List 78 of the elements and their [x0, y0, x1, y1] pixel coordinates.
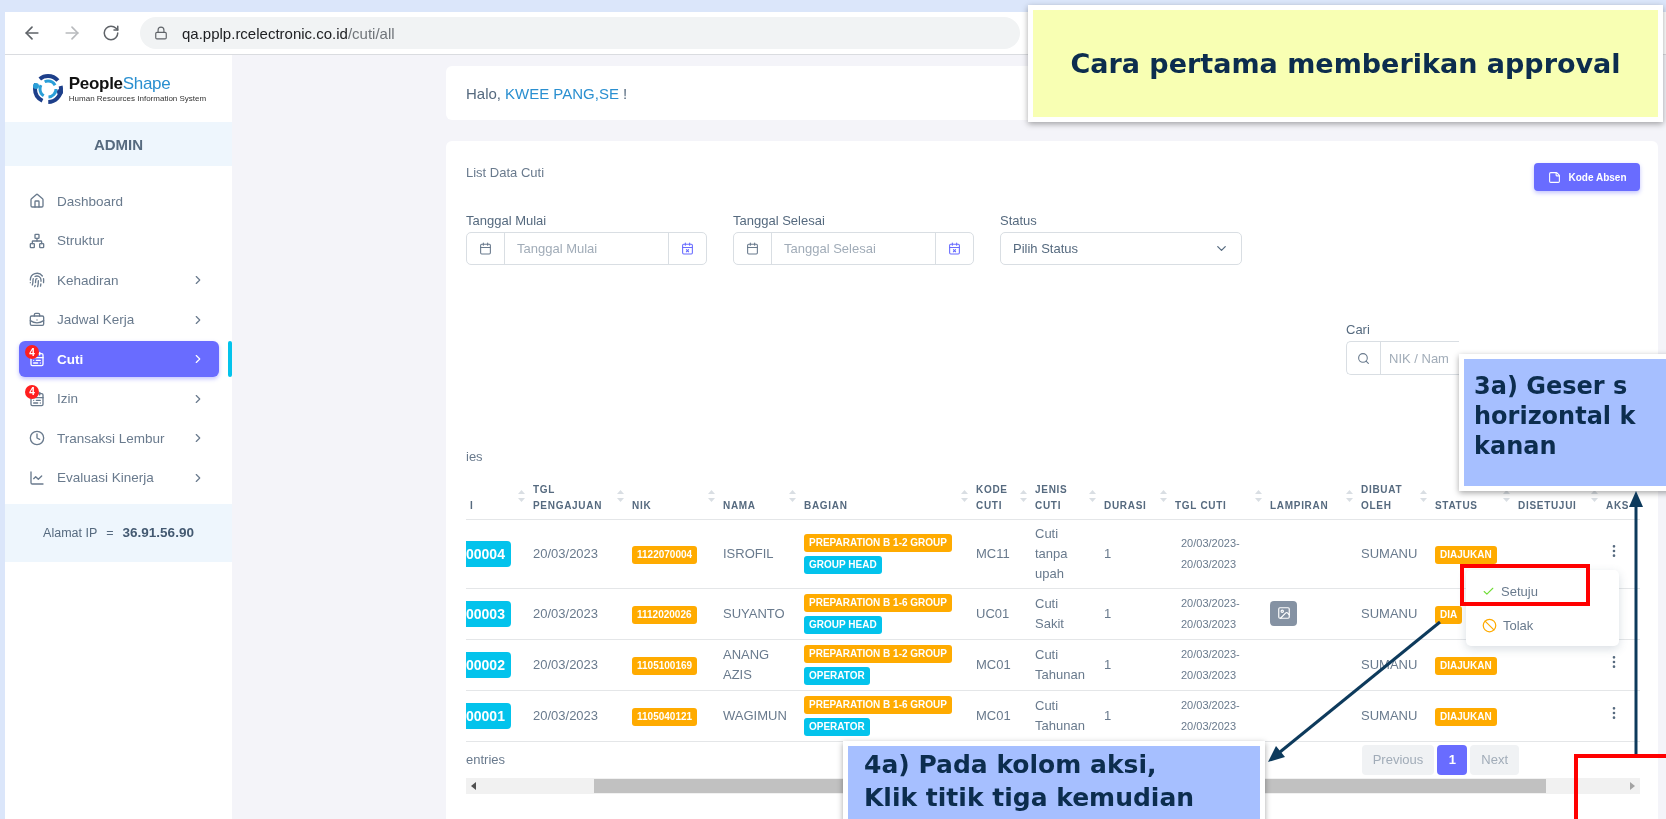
position-badge: OPERATOR	[804, 717, 870, 736]
table-cell-text: Cuti tanpa upah	[1035, 524, 1069, 583]
column-header: TGL PENGAJUAN	[533, 482, 604, 513]
field-label: Tanggal Selesai	[733, 214, 826, 228]
logo-text: PeopleShape	[68, 74, 172, 94]
table-cell-text: Cuti Tahunan	[1035, 696, 1086, 735]
table-cell: MC01	[976, 707, 1011, 723]
column-header: TGL CUTI	[1175, 498, 1227, 513]
ip-separator: =	[106, 525, 114, 540]
table-cell-text: 20/03/2023-20/03/2023	[1180, 697, 1241, 734]
column-header: BAGIAN	[804, 498, 848, 513]
status-badge: DIA	[1435, 605, 1463, 624]
status-badge: DIAJUKAN	[1435, 656, 1497, 675]
column-header: DIBUAT OLEH	[1361, 482, 1404, 513]
column-header: NIK	[632, 498, 652, 513]
field-label: Status	[1000, 214, 1038, 228]
table-cell: MC11	[976, 545, 1010, 561]
table-cell-text: Cuti Tahunan	[1035, 645, 1086, 684]
table-cell: 20/03/2023	[533, 605, 599, 621]
info-text: entries	[466, 752, 506, 767]
table-cell: SUMANU	[1361, 707, 1418, 723]
table-cell-text: SUYANTO	[723, 604, 785, 623]
nik-badge: 1105040121	[632, 707, 698, 726]
table-cell-text: ISROFIL	[723, 544, 774, 563]
field-label: Cari	[1346, 323, 1371, 337]
table-cell-text: Cuti Sakit	[1035, 594, 1065, 633]
position-badge: OPERATOR	[804, 666, 870, 685]
department-badge: PREPARATION B 1-2 GROUP	[804, 533, 952, 552]
table-cell: 20/03/2023	[533, 656, 599, 672]
position-badge: GROUP HEAD	[804, 555, 882, 574]
table-cell: MC01	[976, 656, 1011, 672]
column-header: DURASI	[1104, 498, 1147, 513]
table-cell-text: 20/03/2023-20/03/2023	[1180, 646, 1241, 683]
logo-tagline: Human Resources Information System	[68, 94, 207, 103]
nik-badge: 1112020026	[632, 605, 697, 624]
table-cell: SUMANU	[1361, 605, 1418, 621]
table-cell-text: WAGIMUN	[723, 706, 787, 725]
status-badge: DIAJUKAN	[1435, 707, 1497, 726]
table-cell: 1	[1104, 605, 1112, 621]
card-title: List Data Cuti	[466, 164, 545, 180]
status-badge: DIAJUKAN	[1435, 545, 1497, 564]
table-cell: UC01	[976, 605, 1010, 621]
position-badge: GROUP HEAD	[804, 615, 882, 634]
nik-badge: 1122070004	[632, 545, 698, 564]
column-header: KODE CUTI	[976, 482, 1009, 513]
field-label: Tanggal Mulai	[466, 214, 548, 228]
table-cell-text: 20/03/2023-20/03/2023	[1180, 535, 1241, 572]
role-label: ADMIN	[5, 122, 232, 166]
annotation-title: Cara pertama memberikan approval	[1028, 5, 1663, 122]
count-badge: 4	[25, 384, 39, 399]
url-text: qa.pplp.rcelectronic.co.id/cuti/all	[182, 24, 395, 42]
table-cell: SUMANU	[1361, 545, 1418, 561]
column-header: DISETUJUI	[1518, 498, 1577, 513]
ip-value: 36.91.56.90	[122, 525, 194, 540]
table-cell-text: 20/03/2023-20/03/2023	[1180, 595, 1241, 632]
department-badge: PREPARATION B 1-2 GROUP	[804, 644, 952, 663]
column-header: JENIS CUTI	[1035, 482, 1069, 513]
table-cell: 1	[1104, 707, 1112, 723]
table-cell: 1	[1104, 545, 1112, 561]
department-badge: PREPARATION B 1-6 GROUP	[804, 695, 952, 714]
user-name: KWEE PANG,SE	[505, 84, 619, 102]
column-header: AKS	[1606, 498, 1630, 513]
count-badge: 4	[25, 345, 39, 359]
table-cell: 20/03/2023	[533, 707, 599, 723]
ip-label: Alamat IP	[43, 525, 98, 540]
greeting-text: Halo,	[466, 84, 502, 102]
column-header: NAMA	[723, 498, 756, 513]
table-cell: 1	[1104, 656, 1112, 672]
column-header: LAMPIRAN	[1270, 498, 1329, 513]
column-header: I	[470, 498, 474, 513]
department-badge: PREPARATION B 1-6 GROUP	[804, 593, 952, 612]
annotation-tooltip: 4a) Pada kolom aksi, Klik titik tiga kemudian	[843, 741, 1265, 819]
column-header: STATUS	[1435, 498, 1478, 513]
table-cell-text: ANANG AZIS	[723, 645, 771, 684]
nik-badge: 1105100169	[632, 656, 698, 675]
length-text: ies	[466, 450, 483, 464]
table-cell: 20/03/2023	[533, 545, 599, 561]
greeting-mark: !	[622, 84, 628, 102]
